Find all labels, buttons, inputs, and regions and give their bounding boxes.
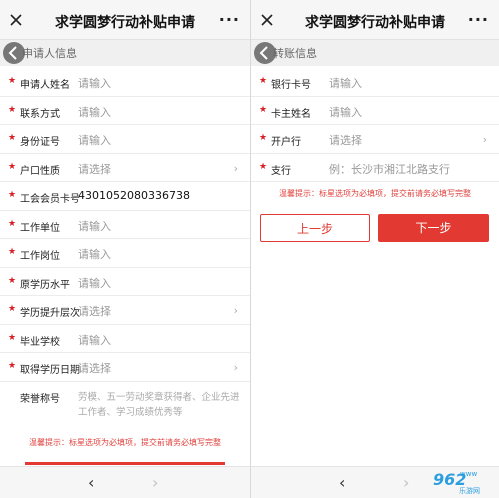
required-star-icon: ★ <box>8 332 17 343</box>
form-row[interactable]: ★ 申请人姓名 请输入 <box>0 68 250 97</box>
form-row[interactable]: ★ 联系方式 请输入 <box>0 97 250 125</box>
required-star-icon: ★ <box>259 76 268 86</box>
left-phone-screen: 求学圆梦行动补贴申请 ··· 申请人信息 ★ 申请人姓名 请输入 ★ 联系方式 请输入 ★ 身… <box>0 0 250 498</box>
form-row[interactable]: ★ 支行 例：长沙市湘江北路支行 <box>251 154 499 182</box>
field-label: 申请人姓名 <box>20 80 70 91</box>
required-tip: 温馨提示：标星选项为必填项，提交前请务必填写完整 <box>279 189 471 198</box>
section-title: 申请人信息 <box>22 47 77 60</box>
required-star-icon: ★ <box>8 247 17 257</box>
nav-back-icon[interactable]: ‹ <box>88 473 94 492</box>
section-title: 转账信息 <box>273 47 317 60</box>
field-label: 卡主姓名 <box>271 108 311 120</box>
required-star-icon: ★ <box>8 304 17 314</box>
required-tip: 温馨提示：标星选项为必填项，提交前请务必填写完整 <box>29 438 221 447</box>
watermark-www: www <box>460 470 478 478</box>
form-row[interactable]: ★ 取得学历日期 请选择 › <box>0 353 250 382</box>
more-icon[interactable]: ··· <box>219 10 240 29</box>
next-step-button[interactable]: 下一步 <box>378 214 489 242</box>
nav-back-icon[interactable]: ‹ <box>339 473 345 492</box>
watermark-text: 乐游网 <box>459 487 480 495</box>
field-label: 工作岗位 <box>20 251 60 262</box>
field-select[interactable]: 请选择 <box>78 303 111 319</box>
field-label: 毕业学校 <box>20 336 60 348</box>
required-star-icon: ★ <box>8 275 17 286</box>
field-label: 支行 <box>271 165 291 177</box>
required-star-icon: ★ <box>259 104 268 115</box>
field-label: 户口性质 <box>20 165 60 177</box>
field-label: 工作单位 <box>20 222 60 234</box>
honor-row[interactable]: 荣誉称号 劳模、五一劳动奖章获得者、企业先进工作者、学习成绩优秀等 <box>0 382 250 426</box>
field-input[interactable]: 请输入 <box>329 104 362 120</box>
field-label: 学历提升层次 <box>20 308 80 319</box>
field-input[interactable]: 请输入 <box>78 275 111 291</box>
chevron-right-icon: › <box>233 161 238 175</box>
watermark-logo: 962 www 乐游网 <box>429 468 499 498</box>
field-input[interactable]: 请输入 <box>78 132 111 148</box>
field-label: 身份证号 <box>20 137 60 148</box>
nav-forward-icon[interactable]: › <box>152 473 158 492</box>
title-bar: 求学圆梦行动补贴申请 ··· <box>0 0 250 40</box>
chevron-right-icon: › <box>482 133 487 146</box>
more-icon[interactable]: ··· <box>468 10 489 29</box>
right-phone-screen: 求学圆梦行动补贴申请 ··· 转账信息 ★ 银行卡号 请输入 ★ 卡主姓名 请输入 ★ 开户行… <box>251 0 499 498</box>
field-label: 荣誉称号 <box>20 393 60 405</box>
field-select[interactable]: 请选择 <box>78 360 111 376</box>
field-input[interactable]: 请输入 <box>78 104 111 120</box>
required-star-icon: ★ <box>259 161 268 172</box>
required-star-icon: ★ <box>8 218 17 229</box>
form-row[interactable]: ★ 开户行 请选择 › <box>251 125 499 154</box>
required-star-icon: ★ <box>8 161 17 172</box>
field-label: 取得学历日期 <box>20 365 80 376</box>
required-star-icon: ★ <box>8 76 17 86</box>
browser-bottom-bar: ‹ › <box>0 466 250 498</box>
form-row[interactable]: ★ 毕业学校 请输入 <box>0 325 250 353</box>
field-input[interactable]: 请输入 <box>78 332 111 348</box>
field-label: 工会会员卡号 <box>20 194 80 205</box>
required-star-icon: ★ <box>8 361 17 371</box>
field-label: 联系方式 <box>20 108 60 120</box>
field-input[interactable]: 请输入 <box>329 75 362 91</box>
required-star-icon: ★ <box>259 133 268 143</box>
chevron-right-icon: › <box>233 304 238 317</box>
field-input[interactable]: 4301052080336738 <box>78 189 190 202</box>
required-star-icon: ★ <box>8 133 17 143</box>
field-select[interactable]: 请选择 <box>78 161 111 177</box>
form-row[interactable]: ★ 银行卡号 请输入 <box>251 68 499 97</box>
field-input[interactable]: 请输入 <box>78 75 111 91</box>
form-row[interactable]: ★ 工会会员卡号 4301052080336738 <box>0 182 250 211</box>
form-row[interactable]: ★ 学历提升层次 请选择 › <box>0 296 250 325</box>
section-header: 转账信息 <box>251 40 499 66</box>
form-row[interactable]: ★ 工作岗位 请输入 <box>0 239 250 268</box>
form-row[interactable]: ★ 身份证号 请输入 <box>0 125 250 154</box>
title-bar: 求学圆梦行动补贴申请 ··· <box>251 0 499 40</box>
page-title: 求学圆梦行动补贴申请 <box>55 15 195 31</box>
form-fields: ★ 申请人姓名 请输入 ★ 联系方式 请输入 ★ 身份证号 请输入 ★ 户口性质 请选择 › ★ 工会会员卡… <box>0 68 250 426</box>
required-star-icon: ★ <box>8 190 17 200</box>
previous-step-button[interactable]: 上一步 <box>260 214 370 242</box>
next-button-edge[interactable] <box>25 462 225 465</box>
required-star-icon: ★ <box>8 104 17 115</box>
section-header: 申请人信息 <box>0 40 250 66</box>
chevron-right-icon: › <box>233 361 238 374</box>
form-row[interactable]: ★ 卡主姓名 请输入 <box>251 97 499 125</box>
field-input[interactable]: 请输入 <box>78 218 111 234</box>
chevron-left-icon <box>259 46 268 60</box>
field-input[interactable]: 请输入 <box>78 246 111 262</box>
field-select[interactable]: 请选择 <box>329 132 362 148</box>
chevron-left-icon <box>8 46 17 60</box>
field-label: 原学历水平 <box>20 279 70 291</box>
field-input[interactable]: 例：长沙市湘江北路支行 <box>329 161 450 177</box>
page-title: 求学圆梦行动补贴申请 <box>305 15 445 31</box>
field-label: 银行卡号 <box>271 80 311 91</box>
field-label: 开户行 <box>271 137 301 148</box>
honor-textarea[interactable]: 劳模、五一劳动奖章获得者、企业先进工作者、学习成绩优秀等 <box>78 390 244 420</box>
form-row[interactable]: ★ 原学历水平 请输入 <box>0 268 250 296</box>
form-row[interactable]: ★ 工作单位 请输入 <box>0 211 250 239</box>
form-fields: ★ 银行卡号 请输入 ★ 卡主姓名 请输入 ★ 开户行 请选择 › ★ 支行 例：长沙市湘江北路支行 <box>251 68 499 182</box>
form-row[interactable]: ★ 户口性质 请选择 › <box>0 154 250 182</box>
nav-forward-icon[interactable]: › <box>403 473 409 492</box>
